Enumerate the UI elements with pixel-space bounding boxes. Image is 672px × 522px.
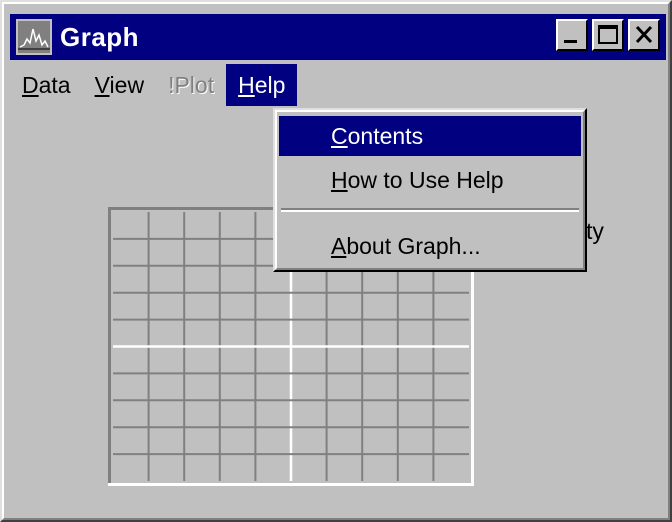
title-bar[interactable]: Graph bbox=[10, 14, 666, 60]
menu-data-label: ata bbox=[38, 72, 71, 98]
how-to-use-help-mnemonic: H bbox=[331, 167, 348, 193]
menu-view-label: iew bbox=[109, 72, 145, 98]
contents-mnemonic: C bbox=[331, 123, 348, 149]
minimize-icon bbox=[564, 40, 577, 43]
menu-item-about-graph[interactable]: About Graph... bbox=[279, 226, 581, 266]
menu-data[interactable]: Data bbox=[10, 64, 83, 106]
maximize-button[interactable] bbox=[592, 19, 624, 51]
contents-label: ontents bbox=[347, 123, 424, 149]
menu-help[interactable]: Help bbox=[226, 64, 298, 106]
menu-item-contents[interactable]: Contents bbox=[279, 116, 581, 156]
graph-window: Graph Data View !Plot Help ty Contents H… bbox=[0, 0, 672, 522]
menu-help-mnemonic: H bbox=[238, 72, 255, 98]
close-button[interactable] bbox=[628, 19, 660, 51]
close-icon bbox=[635, 25, 653, 44]
minimize-button[interactable] bbox=[556, 19, 588, 51]
about-graph-mnemonic: A bbox=[331, 233, 347, 259]
menu-help-label: elp bbox=[254, 72, 286, 98]
menu-view-mnemonic: V bbox=[94, 72, 110, 98]
window-title: Graph bbox=[60, 21, 140, 52]
menu-data-mnemonic: D bbox=[22, 72, 39, 98]
obscured-label: ty bbox=[586, 218, 604, 244]
menu-view[interactable]: View bbox=[83, 64, 156, 106]
title-buttons bbox=[556, 19, 660, 51]
menu-bar: Data View !Plot Help bbox=[10, 64, 298, 106]
how-to-use-help-label: ow to Use Help bbox=[347, 167, 504, 193]
menu-plot[interactable]: !Plot bbox=[156, 64, 226, 106]
menu-plot-label: !Plot bbox=[168, 72, 215, 98]
maximize-icon bbox=[598, 25, 618, 44]
graph-app-icon[interactable] bbox=[16, 19, 52, 55]
menu-separator bbox=[281, 208, 579, 212]
menu-item-how-to-use-help[interactable]: How to Use Help bbox=[279, 160, 581, 200]
help-dropdown-menu: Contents How to Use Help About Graph... bbox=[273, 108, 587, 272]
about-graph-label: bout Graph... bbox=[346, 233, 481, 259]
